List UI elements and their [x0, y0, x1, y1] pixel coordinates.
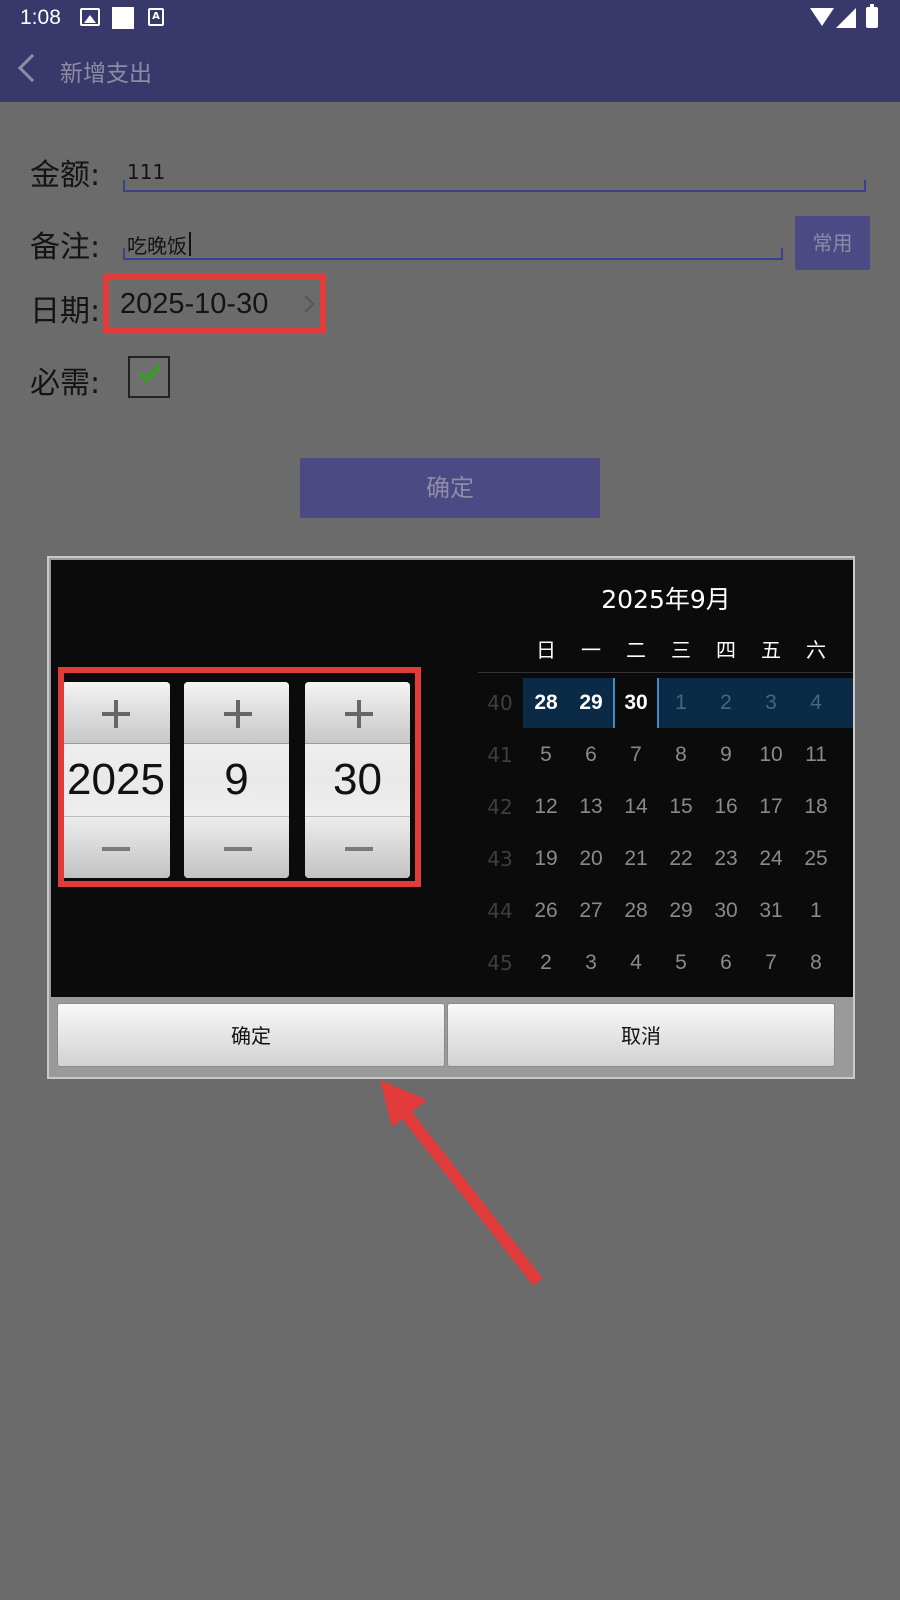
annotation-arrow: [380, 1080, 543, 1286]
